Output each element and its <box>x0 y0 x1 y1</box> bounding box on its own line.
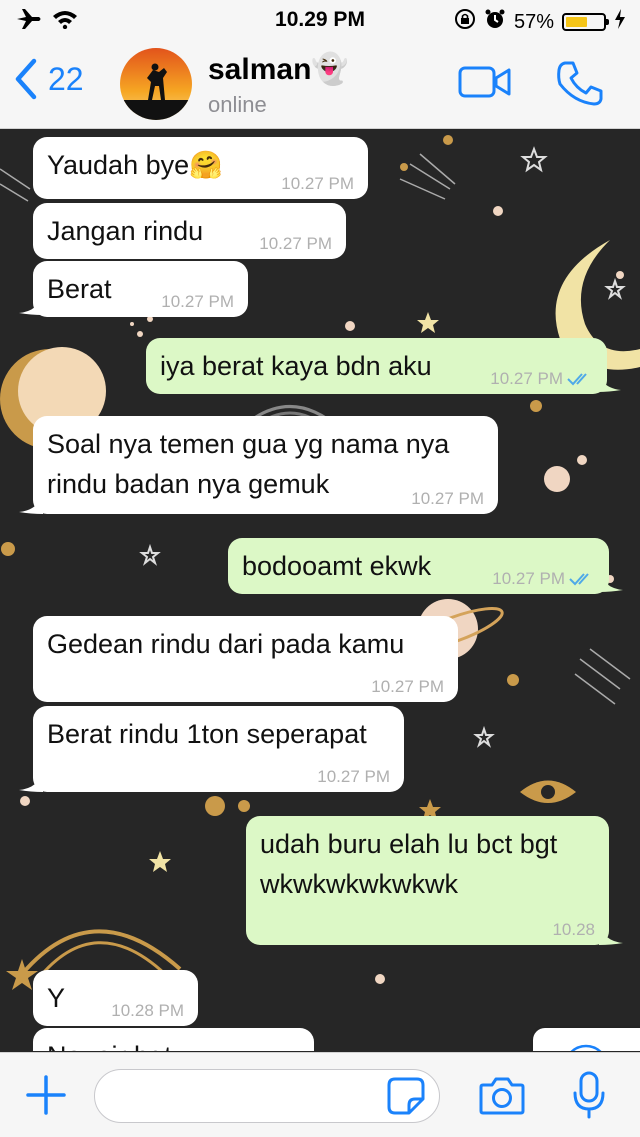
bubble-tail <box>19 770 43 792</box>
chat-header: 22 salman👻 online <box>0 40 640 129</box>
back-button[interactable]: 22 <box>14 58 84 100</box>
chevron-down-circle-icon <box>570 1044 602 1051</box>
message-meta: 10.27 PM <box>490 368 593 390</box>
message-text: bodooamt ekwk <box>242 551 432 581</box>
message-text: Yaudah bye🤗 <box>47 150 223 180</box>
message-time: 10.27 PM <box>259 234 332 253</box>
voice-call-button[interactable] <box>556 60 604 111</box>
message-time: 10.27 PM <box>161 292 234 311</box>
input-bar <box>0 1052 640 1137</box>
message-meta: 10.27 PM <box>281 173 354 195</box>
message-text: Soal nya temen gua yg nama nya rindu bad… <box>47 429 450 499</box>
message-time: 10.27 PM <box>492 569 565 588</box>
message-text: iya berat kaya bdn aku <box>160 351 432 381</box>
message-meta: 10.27 PM <box>371 676 444 698</box>
bubble-tail <box>597 370 621 392</box>
bubble-tail <box>19 293 43 315</box>
battery-icon <box>562 13 609 31</box>
alarm-icon <box>484 8 506 36</box>
contact-name[interactable]: salman👻 <box>208 52 349 87</box>
status-bar: 10.29 PM 57% <box>0 0 640 40</box>
message-text: Berat <box>47 274 112 304</box>
sticker-button[interactable] <box>387 1077 425 1120</box>
message-text: Gedean rindu dari pada kamu <box>47 629 405 659</box>
incoming-message[interactable]: Gedean rindu dari pada kamu 10.27 PM <box>33 616 458 702</box>
message-time: 10.27 PM <box>411 489 484 508</box>
contact-status: online <box>208 92 267 117</box>
camera-icon <box>479 1077 525 1115</box>
scroll-to-bottom-button[interactable] <box>533 1028 640 1051</box>
outgoing-message[interactable]: iya berat kaya bdn aku 10.27 PM <box>146 338 607 394</box>
message-meta: 10.28 <box>552 919 595 941</box>
video-call-icon <box>458 66 511 98</box>
message-time: 10.28 <box>552 920 595 939</box>
status-right: 57% <box>454 8 626 36</box>
attach-button[interactable] <box>26 1075 66 1120</box>
message-meta: 10.28 PM <box>111 1000 184 1022</box>
message-time: 10.28 PM <box>111 1001 184 1020</box>
message-text: udah buru elah lu bct bgt wkwkwkwkwkwk <box>260 829 558 899</box>
outgoing-message[interactable]: bodooamt ekwk 10.27 PM <box>228 538 609 594</box>
back-chevron-icon <box>15 58 37 100</box>
incoming-message[interactable]: Berat 10.27 PM <box>33 261 248 317</box>
incoming-message[interactable]: Yaudah bye🤗 10.27 PM <box>33 137 368 199</box>
message-meta: 10.27 PM <box>317 766 390 788</box>
voice-call-icon <box>557 61 603 106</box>
message-time: 10.27 PM <box>371 677 444 696</box>
avatar[interactable] <box>120 48 192 120</box>
bubble-tail <box>599 570 623 592</box>
voice-message-button[interactable] <box>572 1071 606 1124</box>
back-count: 22 <box>48 60 84 97</box>
message-time: 10.27 PM <box>490 369 563 388</box>
message-meta: 10.27 PM <box>411 488 484 510</box>
read-ticks-icon <box>567 373 587 386</box>
chat-area[interactable]: Yaudah bye🤗 10.27 PM Jangan rindu 10.27 PM B… <box>0 129 640 1051</box>
incoming-message[interactable]: Berat rindu 1ton seperapat 10.27 PM <box>33 706 404 792</box>
orientation-lock-icon <box>454 8 476 36</box>
battery-percent: 57% <box>513 10 554 33</box>
bubble-tail <box>599 923 623 945</box>
microphone-icon <box>573 1071 605 1119</box>
plus-icon <box>26 1075 66 1115</box>
message-time: 10.27 PM <box>281 174 354 193</box>
outgoing-message[interactable]: udah buru elah lu bct bgt wkwkwkwkwkwk 10… <box>246 816 609 945</box>
camera-button[interactable] <box>479 1075 525 1120</box>
message-meta: 10.27 PM <box>161 291 234 313</box>
message-text: Naueir bgt <box>47 1041 172 1051</box>
video-call-button[interactable] <box>458 64 512 105</box>
incoming-message[interactable]: Jangan rindu 10.27 PM <box>33 203 346 259</box>
charging-icon <box>614 9 626 35</box>
incoming-message[interactable]: Naueir bgt <box>33 1028 314 1051</box>
message-text: Y <box>47 983 66 1013</box>
bubble-tail <box>19 492 43 514</box>
incoming-message[interactable]: Soal nya temen gua yg nama nya rindu bad… <box>33 416 498 514</box>
message-text: Berat rindu 1ton seperapat <box>47 719 367 749</box>
message-text: Jangan rindu <box>47 216 204 246</box>
message-meta: 10.27 PM <box>492 568 595 590</box>
message-time: 10.27 PM <box>317 767 390 786</box>
incoming-message[interactable]: Y 10.28 PM <box>33 970 198 1026</box>
read-ticks-icon <box>569 573 589 586</box>
message-meta: 10.27 PM <box>259 233 332 255</box>
battery-fill <box>566 17 587 27</box>
sticker-icon <box>387 1077 425 1115</box>
